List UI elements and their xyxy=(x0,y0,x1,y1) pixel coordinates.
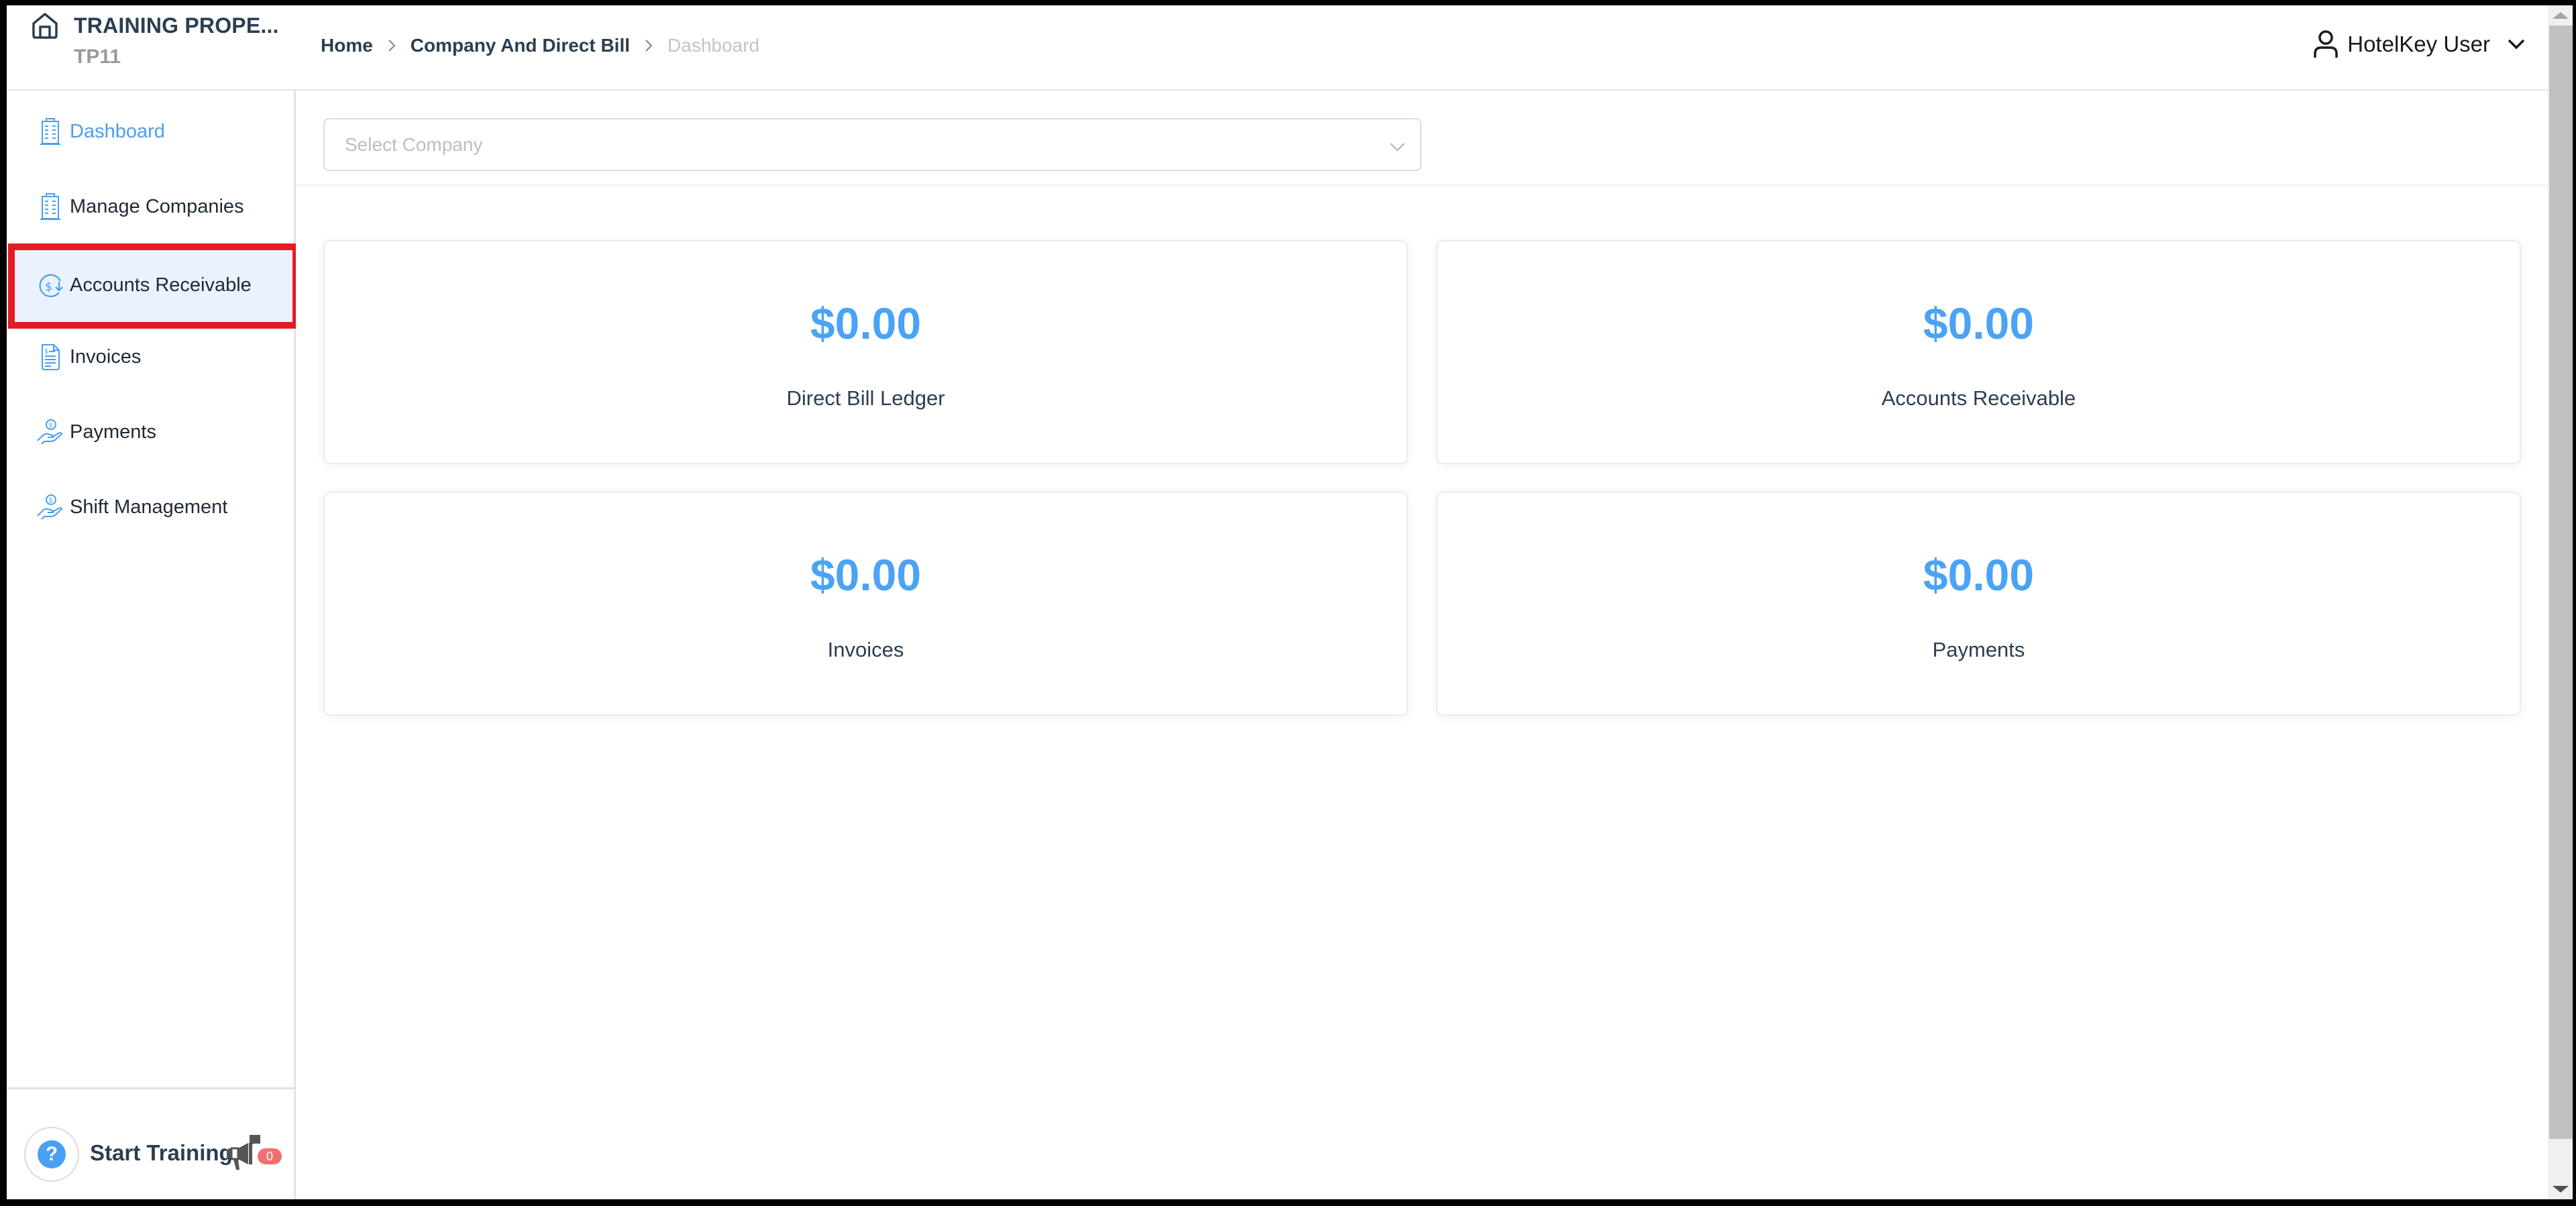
chevron-right-icon xyxy=(645,40,653,52)
notification-count-badge: 0 xyxy=(258,1148,282,1164)
arrow-up-icon xyxy=(2552,12,2569,19)
card-amount: $0.00 xyxy=(1923,550,2035,600)
card-label: Accounts Receivable xyxy=(1881,386,2076,410)
sidebar-item-invoices[interactable]: $ Invoices xyxy=(7,319,294,394)
arrow-down-icon xyxy=(2552,1186,2569,1193)
user-name: HotelKey User xyxy=(2347,32,2490,56)
scroll-down-button[interactable] xyxy=(2548,1179,2573,1199)
scroll-up-button[interactable] xyxy=(2548,5,2573,25)
sidebar-item-dashboard[interactable]: Dashboard xyxy=(7,94,294,169)
svg-text:$: $ xyxy=(45,280,52,294)
breadcrumb-company-direct-bill[interactable]: Company And Direct Bill xyxy=(411,35,630,56)
chevron-down-icon xyxy=(1390,143,1405,152)
property-code: TP11 xyxy=(74,46,121,68)
summary-card-direct-bill-ledger[interactable]: $0.00 Direct Bill Ledger xyxy=(323,240,1408,464)
svg-text:$: $ xyxy=(49,422,53,429)
vertical-scrollbar[interactable] xyxy=(2548,5,2573,1199)
sidebar-item-label: Accounts Receivable xyxy=(70,274,252,296)
chevron-right-icon xyxy=(388,40,396,52)
home-icon[interactable] xyxy=(31,12,59,39)
sidebar-item-label: Dashboard xyxy=(70,120,165,142)
dollar-refresh-icon: $ xyxy=(39,274,63,297)
megaphone-icon[interactable] xyxy=(225,1134,263,1171)
start-training-button[interactable]: Start Training xyxy=(90,1140,233,1166)
hand-coin-icon: $ xyxy=(37,419,62,445)
chevron-down-icon xyxy=(2508,39,2525,50)
card-label: Invoices xyxy=(827,638,904,661)
sidebar-item-label: Manage Companies xyxy=(70,195,244,217)
sidebar-footer: ? Start Training 0 xyxy=(7,1087,294,1199)
top-header: TRAINING PROPE... TP11 Home Company And … xyxy=(7,5,2548,91)
sidebar-item-label: Shift Management xyxy=(70,496,228,518)
card-amount: $0.00 xyxy=(810,550,922,600)
select-company-dropdown[interactable]: Select Company xyxy=(323,118,1421,171)
card-amount: $0.00 xyxy=(1923,298,2035,348)
sidebar-item-payments[interactable]: $ Payments xyxy=(7,394,294,470)
user-icon xyxy=(2314,30,2338,58)
svg-text:$: $ xyxy=(44,348,48,355)
building-icon xyxy=(40,118,60,145)
summary-card-accounts-receivable[interactable]: $0.00 Accounts Receivable xyxy=(1436,240,2521,464)
building-icon xyxy=(40,193,60,220)
main-content: Select Company $0.00 Direct Bill Ledger … xyxy=(296,92,2548,1199)
invoice-document-icon: $ xyxy=(42,344,60,370)
app-window: TRAINING PROPE... TP11 Home Company And … xyxy=(7,5,2573,1199)
filter-bar: Select Company xyxy=(296,92,2548,186)
select-company-placeholder: Select Company xyxy=(345,134,483,155)
card-label: Direct Bill Ledger xyxy=(786,386,945,410)
sidebar-item-accounts-receivable[interactable]: $ Accounts Receivable xyxy=(15,247,292,324)
svg-text:$: $ xyxy=(49,497,53,504)
breadcrumb-home[interactable]: Home xyxy=(321,35,373,56)
breadcrumb-dashboard: Dashboard xyxy=(667,35,760,56)
sidebar-item-shift-management[interactable]: $ Shift Management xyxy=(7,470,294,545)
hand-coin-icon: $ xyxy=(37,494,62,520)
card-label: Payments xyxy=(1932,638,2025,661)
scrollbar-thumb[interactable] xyxy=(2549,25,2573,1139)
sidebar-item-label: Payments xyxy=(70,421,156,443)
sidebar-item-manage-companies[interactable]: Manage Companies xyxy=(7,169,294,244)
user-menu[interactable]: HotelKey User xyxy=(2312,30,2528,59)
sidebar: Dashboard Manage Companies $ Accounts Re… xyxy=(7,91,299,1199)
help-button[interactable]: ? xyxy=(24,1127,79,1182)
property-name: TRAINING PROPE... xyxy=(74,13,279,38)
card-amount: $0.00 xyxy=(810,298,922,348)
sidebar-item-label: Invoices xyxy=(70,345,142,368)
question-icon: ? xyxy=(38,1140,66,1168)
summary-card-invoices[interactable]: $0.00 Invoices xyxy=(323,492,1408,716)
breadcrumb: Home Company And Direct Bill Dashboard xyxy=(321,35,759,56)
summary-card-payments[interactable]: $0.00 Payments xyxy=(1436,492,2521,716)
